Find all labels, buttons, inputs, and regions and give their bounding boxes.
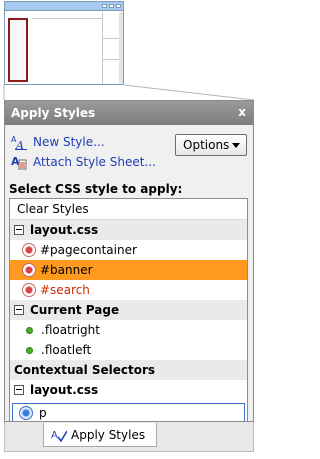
group-header-contextual-selectors: Contextual Selectors [10, 360, 247, 380]
collapse-icon[interactable] [14, 225, 24, 235]
clear-styles-item[interactable]: Clear Styles [10, 199, 247, 220]
svg-text:A: A [51, 430, 58, 441]
id-style-icon [22, 263, 36, 277]
style-rule-label: #search [40, 283, 90, 297]
new-style-icon: A A [11, 134, 27, 152]
style-rule-banner[interactable]: #banner [10, 260, 247, 280]
group-header-layout-css[interactable]: layout.css [10, 220, 247, 240]
thumbnail-right-column [102, 18, 120, 82]
thumbnail-title-bar [5, 2, 123, 11]
attach-style-sheet-link[interactable]: Attach Style Sheet... [33, 155, 156, 169]
panel-title: Apply Styles [11, 106, 96, 120]
style-rule-p-editor[interactable]: p [12, 403, 245, 421]
group-name: layout.css [30, 223, 99, 237]
attach-style-sheet-icon: A [11, 154, 27, 170]
select-css-style-label: Select CSS style to apply: [9, 182, 183, 196]
svg-text:A: A [15, 139, 24, 150]
element-style-icon [19, 406, 33, 420]
tab-label: Apply Styles [71, 427, 146, 442]
thumbnail-highlighted-region [8, 18, 28, 82]
apply-styles-panel: Apply Styles x A A New Style... A Attach… [4, 100, 254, 422]
class-style-icon [26, 326, 33, 334]
group-name: Current Page [30, 303, 120, 317]
thumbnail-maximize-icon [109, 4, 114, 8]
group-header-layout-css-2[interactable]: layout.css [10, 380, 247, 400]
style-rule-floatright[interactable]: .floatright [10, 320, 247, 340]
thumbnail-content-line [32, 18, 102, 24]
options-dropdown[interactable]: Options [175, 134, 247, 156]
id-style-icon [22, 283, 36, 297]
group-name: Contextual Selectors [14, 363, 156, 377]
options-label: Options [183, 138, 230, 152]
panel-title-bar: Apply Styles x [5, 101, 253, 125]
panel-tab-bar: A Apply Styles [4, 422, 254, 452]
style-rule-label: #pagecontainer [40, 243, 137, 257]
style-rule-pagecontainer[interactable]: #pagecontainer [10, 240, 247, 260]
style-rule-floatleft[interactable]: .floatleft [10, 340, 247, 360]
collapse-icon[interactable] [14, 385, 24, 395]
chevron-down-icon [232, 143, 240, 148]
new-style-link[interactable]: New Style... [33, 135, 105, 149]
thumbnail-minimize-icon [102, 4, 107, 8]
style-rule-label: .floatright [41, 323, 100, 337]
close-icon[interactable]: x [238, 105, 246, 119]
thumbnail-close-icon [116, 4, 121, 8]
thumbnail-scrollbar [119, 12, 123, 84]
group-name: layout.css [30, 383, 99, 397]
class-style-icon [26, 346, 33, 354]
style-rule-search[interactable]: #search [10, 280, 247, 300]
group-header-current-page[interactable]: Current Page [10, 300, 247, 320]
tab-apply-styles[interactable]: A Apply Styles [43, 423, 157, 447]
style-rule-label: .floatleft [41, 343, 92, 357]
css-style-list: Clear Styles layout.css #pagecontainer #… [9, 198, 248, 422]
id-style-icon [22, 243, 36, 257]
layout-thumbnail [4, 1, 124, 85]
style-rule-label: #banner [40, 263, 93, 277]
style-rule-label[interactable]: p [39, 406, 47, 420]
apply-styles-icon: A [51, 428, 68, 442]
collapse-icon[interactable] [14, 305, 24, 315]
